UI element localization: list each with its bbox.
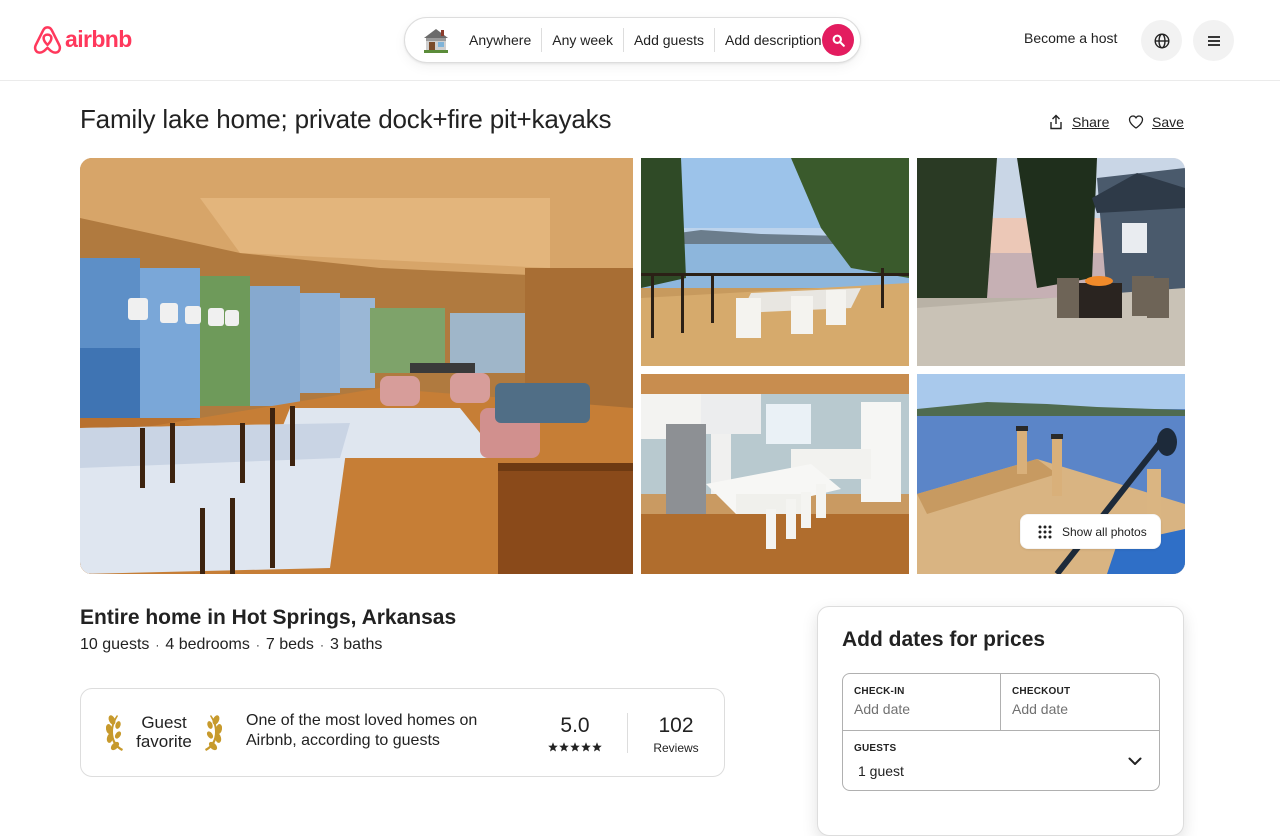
deck-image (641, 158, 909, 366)
logo-text: airbnb (65, 25, 132, 52)
photo-sunroom[interactable] (80, 158, 633, 574)
photo-firepit[interactable] (917, 158, 1185, 366)
booking-title: Add dates for prices (842, 628, 1046, 651)
separator-dot: · (319, 638, 324, 652)
detail-baths: 3 baths (329, 636, 383, 653)
guests-dropdown[interactable]: GUESTS 1 guest (843, 730, 1159, 790)
grid-dots-icon (1038, 525, 1052, 538)
rating-divider (627, 713, 628, 753)
checkout-field[interactable]: CHECKOUT Add date (1001, 674, 1159, 730)
search-guests[interactable]: Add guests (624, 30, 714, 50)
laurel-left-icon (106, 715, 123, 751)
share-icon (1050, 114, 1062, 130)
search-bar[interactable]: Anywhere Any week Add guests Add descrip… (404, 17, 861, 63)
listing-title: Family lake home; private dock+fire pit+… (80, 104, 612, 134)
star-icon (592, 742, 602, 752)
globe-icon (1153, 32, 1170, 49)
star-icon (581, 742, 591, 752)
search-icon (832, 34, 845, 47)
sunroom-image (80, 158, 633, 574)
airbnb-logo-icon (33, 26, 62, 54)
rating-value: 5.0 (560, 714, 590, 737)
save-button[interactable]: Save (1128, 114, 1184, 130)
show-all-photos-label: Show all photos (1062, 524, 1147, 539)
search-dates[interactable]: Any week (542, 30, 623, 50)
photo-kitchen[interactable] (641, 374, 909, 574)
airbnb-logo[interactable]: airbnb (32, 24, 132, 56)
search-description[interactable]: Add description (715, 30, 832, 50)
laurel-right-icon (205, 715, 222, 751)
guest-favorite-description: One of the most loved homes on Airbnb, a… (246, 712, 478, 749)
house-icon (424, 29, 448, 53)
chevron-down-icon (1128, 757, 1142, 765)
save-label: Save (1152, 114, 1184, 130)
search-button[interactable] (822, 24, 854, 56)
detail-beds: 7 beds (265, 636, 314, 653)
rating-block: 5.0 (544, 714, 606, 752)
checkin-label: CHECK-IN (854, 686, 905, 697)
checkout-value: Add date (1012, 701, 1069, 717)
firepit-image (917, 158, 1185, 366)
search-location[interactable]: Anywhere (459, 30, 541, 50)
booking-card: Add dates for prices CHECK-IN Add date C… (817, 606, 1184, 836)
star-icon (548, 742, 558, 752)
guests-value: 1 guest (858, 763, 904, 779)
detail-bedrooms: 4 bedrooms (165, 636, 250, 653)
separator-dot: · (255, 638, 260, 652)
star-icon (559, 742, 569, 752)
guests-label: GUESTS (854, 743, 897, 754)
reviews-count: 102 (658, 714, 694, 737)
share-label: Share (1072, 114, 1110, 130)
guest-favorite-line1: Guest (141, 713, 187, 732)
menu-button[interactable] (1193, 20, 1234, 61)
kitchen-image (641, 374, 909, 574)
guest-favorite-line2: favorite (136, 732, 192, 751)
header: airbnb Anywhere Any week Add guests Add … (0, 0, 1280, 81)
date-guest-picker: CHECK-IN Add date CHECKOUT Add date GUES… (842, 673, 1160, 791)
heart-icon (1128, 115, 1144, 129)
hamburger-icon (1207, 35, 1220, 46)
language-button[interactable] (1141, 20, 1182, 61)
separator-dot: · (155, 638, 160, 652)
show-all-photos-button[interactable]: Show all photos (1020, 514, 1161, 549)
become-host-link[interactable]: Become a host (1012, 30, 1129, 46)
checkin-value: Add date (854, 701, 911, 717)
guest-favorite-label: Guest favorite (130, 713, 198, 751)
share-button[interactable]: Share (1048, 114, 1109, 130)
checkin-field[interactable]: CHECK-IN Add date (843, 674, 1001, 730)
detail-guests: 10 guests (80, 636, 150, 653)
star-icon (570, 742, 580, 752)
photo-deck[interactable] (641, 158, 909, 366)
checkout-label: CHECKOUT (1012, 686, 1071, 697)
guest-favorite-card: Guest favorite One of the most loved hom… (80, 688, 725, 777)
reviews-label: Reviews (653, 741, 699, 755)
star-rating (544, 742, 606, 752)
reviews-link[interactable]: 102 Reviews (646, 714, 706, 755)
listing-subtitle: Entire home in Hot Springs, Arkansas (80, 606, 457, 629)
listing-details: 10 guests · 4 bedrooms · 7 beds · 3 bath… (80, 636, 382, 654)
